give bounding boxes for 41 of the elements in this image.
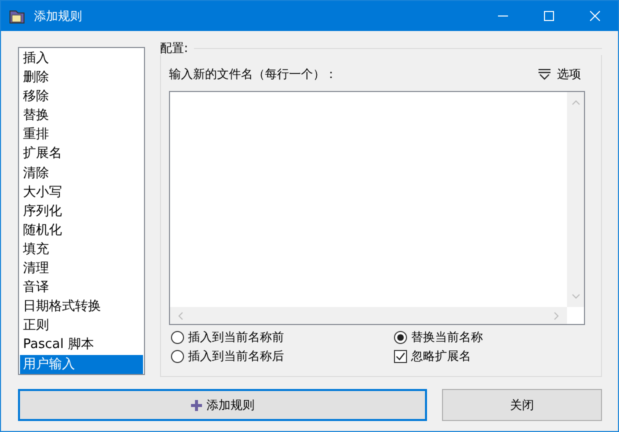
group-title: 配置: — [160, 40, 190, 56]
options-button[interactable]: 选项 — [534, 66, 585, 82]
rule-item[interactable]: 清除 — [20, 164, 143, 183]
rule-item[interactable]: 填充 — [20, 240, 143, 260]
rule-item[interactable]: 删除 — [20, 68, 143, 88]
rule-item[interactable]: Pascal 脚本 — [20, 335, 143, 354]
rule-item[interactable]: 重排 — [20, 125, 143, 144]
rule-item[interactable]: 移除 — [20, 87, 143, 106]
scroll-down-icon — [572, 294, 580, 299]
horizontal-scrollbar[interactable] — [170, 307, 567, 324]
rule-item[interactable]: 清理 — [20, 259, 143, 278]
rule-item[interactable]: 替换 — [20, 106, 143, 126]
window-title: 添加规则 — [34, 8, 83, 24]
checkbox[interactable] — [394, 350, 407, 363]
rule-item[interactable]: 正则 — [20, 316, 143, 336]
option-label: 忽略扩展名 — [411, 348, 471, 365]
vertical-scrollbar[interactable] — [567, 92, 584, 307]
option-label: 插入到当前名称后 — [188, 348, 284, 365]
scroll-right-icon — [554, 312, 559, 320]
rule-item[interactable]: 用户输入 — [20, 354, 143, 374]
rule-item[interactable]: 日期格式转换 — [20, 297, 143, 316]
rule-item[interactable]: 音译 — [20, 278, 143, 298]
rule-item[interactable]: 大小写 — [20, 182, 143, 202]
plus-icon — [190, 400, 202, 410]
scroll-up-icon — [572, 100, 580, 105]
close-dialog-button[interactable]: 关闭 — [442, 389, 602, 421]
rule-item[interactable]: 随机化 — [20, 220, 143, 240]
dropdown-icon — [538, 68, 551, 80]
option-label: 插入到当前名称前 — [188, 329, 284, 346]
radio-button[interactable] — [394, 331, 407, 344]
rule-item[interactable]: 插入 — [20, 49, 143, 68]
rule-item[interactable]: 序列化 — [20, 202, 143, 221]
maximize-icon — [544, 11, 554, 21]
scroll-left-icon — [178, 312, 183, 320]
radio-button[interactable] — [171, 350, 184, 363]
add-rule-button[interactable]: 添加规则 — [18, 389, 427, 421]
close-icon — [590, 11, 600, 21]
option-label: 替换当前名称 — [411, 329, 483, 346]
radio-button[interactable] — [171, 331, 184, 344]
prompt-label: 输入新的文件名（每行一个）： — [169, 66, 337, 82]
rule-item[interactable]: 扩展名 — [20, 144, 143, 164]
